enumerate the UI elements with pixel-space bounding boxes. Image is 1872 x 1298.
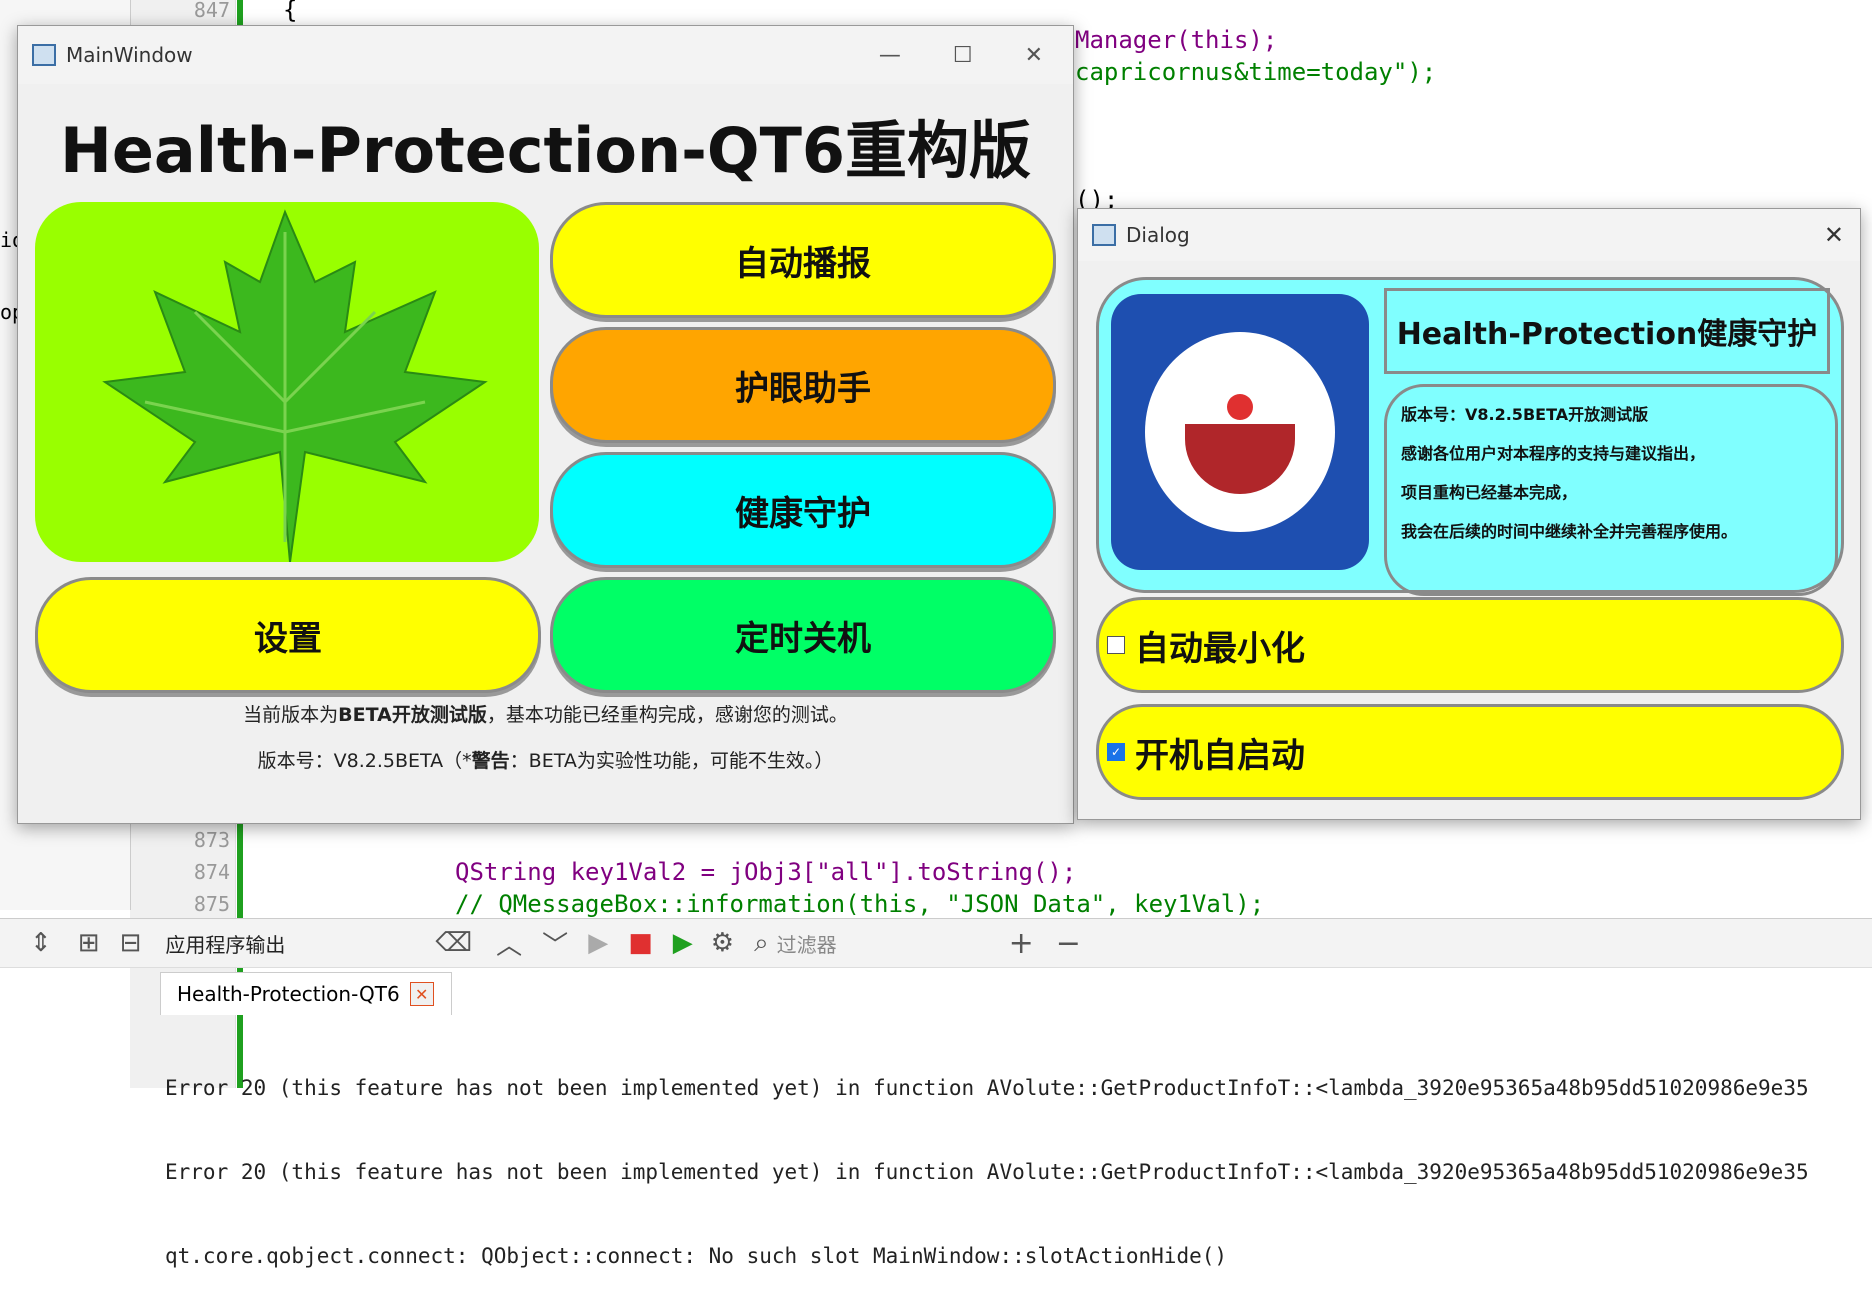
line-number: 847 — [193, 0, 230, 22]
tab-label: Health-Protection-QT6 — [177, 982, 400, 1006]
close-icon[interactable]: ✕ — [1025, 43, 1043, 68]
up-icon[interactable]: ︿ — [496, 925, 522, 962]
clear-icon[interactable]: ⌫ — [435, 928, 472, 958]
eye-care-button[interactable]: 护眼助手 — [550, 327, 1056, 443]
minimize-icon[interactable]: — — [879, 43, 901, 68]
zoom-in-icon[interactable]: + — [1009, 926, 1034, 961]
auto-minimize-checkbox[interactable]: 自动最小化 — [1096, 597, 1844, 693]
code-line: { — [283, 0, 298, 24]
gear-icon[interactable]: ⚙ — [711, 928, 734, 958]
main-window-title: MainWindow — [66, 43, 193, 67]
settings-button[interactable]: 设置 — [35, 577, 541, 693]
close-icon[interactable]: ✕ — [1824, 221, 1844, 249]
main-window: MainWindow — ☐ ✕ Health-Protection-QT6重构… — [17, 25, 1074, 824]
checkbox-checked-icon[interactable]: ✓ — [1107, 743, 1125, 761]
note-text: 当前版本为BETA开放测试版，基本功能已经重构完成，感谢您的测试。 — [243, 704, 848, 726]
leaf-icon — [102, 209, 488, 562]
split-icon[interactable]: ⊞ — [78, 928, 100, 958]
info-line: 项目重构已经基本完成， — [1401, 483, 1578, 502]
pane-title: 应用程序输出 — [165, 932, 286, 957]
auto-broadcast-button[interactable]: 自动播报 — [550, 202, 1056, 318]
log-line: Error 20 (this feature has not been impl… — [165, 1076, 1809, 1100]
close-split-icon[interactable]: ⊟ — [120, 928, 142, 958]
checkbox-unchecked-icon[interactable] — [1107, 636, 1125, 654]
output-toolbar: ⇕ ⊞ ⊟ 应用程序输出 ⌫ ︿ ﹀ ▶ ■ ▶ ⚙ ⌕ 过滤器 + − — [0, 918, 1872, 968]
down-icon[interactable]: ﹀ — [542, 925, 568, 962]
code-line: capricornus&time=today"); — [1075, 58, 1437, 86]
info-line: 我会在后续的时间中继续补全并完善程序使用。 — [1401, 522, 1738, 541]
code-line: Manager(this); — [1075, 26, 1278, 54]
avatar — [1111, 294, 1369, 570]
log-line: Error 20 (this feature has not been impl… — [165, 1160, 1809, 1184]
line-number: 875 — [193, 892, 230, 916]
debug-run-icon[interactable]: ▶ — [673, 928, 693, 958]
filter-input[interactable]: 过滤器 — [777, 929, 997, 958]
code-line: // QMessageBox::information(this, "JSON … — [455, 890, 1265, 918]
main-heading: Health-Protection-QT6重构版 — [59, 114, 1032, 187]
maximize-icon[interactable]: ☐ — [953, 43, 973, 68]
zoom-out-icon[interactable]: − — [1056, 926, 1081, 961]
dialog-info-panel: Health-Protection健康守护 版本号：V8.2.5BETA开放测试… — [1096, 277, 1844, 596]
dialog-heading: Health-Protection健康守护 — [1384, 288, 1830, 374]
auto-start-label: 开机自启动 — [1135, 735, 1305, 776]
version-text: 版本号：V8.2.5BETA（*警告：BETA为实验性功能，可能不生效。） — [257, 750, 834, 772]
search-icon: ⌕ — [754, 927, 769, 958]
line-number: 874 — [193, 860, 230, 884]
timed-shutdown-button[interactable]: 定时关机 — [550, 577, 1056, 693]
close-tab-icon[interactable]: ✕ — [409, 982, 434, 1006]
output-tab[interactable]: Health-Protection-QT6 ✕ — [160, 972, 452, 1015]
dialog-info-text: 版本号：V8.2.5BETA开放测试版 感谢各位用户对本程序的支持与建议指出， … — [1384, 384, 1838, 596]
leaf-panel — [35, 202, 539, 562]
stop-icon[interactable]: ■ — [628, 928, 653, 958]
dialog-title: Dialog — [1126, 223, 1190, 247]
dialog-titlebar: Dialog ✕ — [1078, 209, 1860, 261]
code-line: QString key1Val2 = jObj3["all"].toString… — [455, 858, 1077, 886]
output-log: Error 20 (this feature has not been impl… — [165, 1018, 1872, 1298]
line-number: 873 — [193, 828, 230, 852]
auto-start-checkbox[interactable]: ✓ 开机自启动 — [1096, 704, 1844, 800]
run-icon[interactable]: ▶ — [588, 928, 608, 958]
log-line: qt.core.qobject.connect: QObject::connec… — [165, 1244, 1228, 1268]
main-titlebar: MainWindow — ☐ ✕ — [18, 26, 1073, 84]
info-line: 感谢各位用户对本程序的支持与建议指出， — [1401, 444, 1706, 463]
sort-icon[interactable]: ⇕ — [30, 928, 52, 958]
app-icon — [32, 44, 56, 66]
auto-minimize-label: 自动最小化 — [1135, 628, 1305, 669]
app-icon — [1092, 224, 1116, 246]
health-guard-button[interactable]: 健康守护 — [550, 452, 1056, 568]
info-line: 版本号：V8.2.5BETA开放测试版 — [1401, 405, 1649, 424]
dialog-window: Dialog ✕ Health-Protection健康守护 版本号：V8.2.… — [1077, 208, 1861, 820]
